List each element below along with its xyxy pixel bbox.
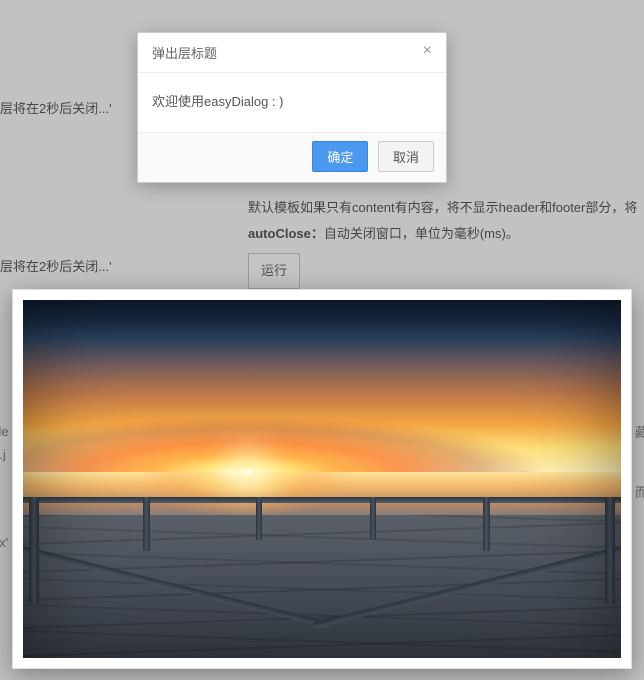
railing <box>23 497 621 503</box>
image-dialog <box>12 289 632 669</box>
sun-icon <box>241 465 255 479</box>
railing-post <box>29 497 39 604</box>
railing-post <box>143 497 150 551</box>
railing-post <box>483 497 490 551</box>
dialog-title: 弹出层标题 <box>152 46 217 61</box>
dialog-header: 弹出层标题 × <box>138 33 446 72</box>
railing-post <box>370 497 376 540</box>
dialog-body: 欢迎使用easyDialog : ) <box>138 72 446 132</box>
ok-button[interactable]: 确定 <box>312 141 368 172</box>
railing-post <box>605 497 615 604</box>
dialog-footer: 确定 取消 <box>138 132 446 182</box>
sunset-photo <box>23 300 621 658</box>
close-icon[interactable]: × <box>419 41 436 61</box>
railing-post <box>256 497 262 540</box>
dialog-content: 欢迎使用easyDialog : ) <box>152 94 283 109</box>
sky-gradient <box>23 300 621 472</box>
wooden-deck <box>23 515 621 658</box>
cancel-button[interactable]: 取消 <box>378 141 434 172</box>
dialog: 弹出层标题 × 欢迎使用easyDialog : ) 确定 取消 <box>137 32 447 183</box>
